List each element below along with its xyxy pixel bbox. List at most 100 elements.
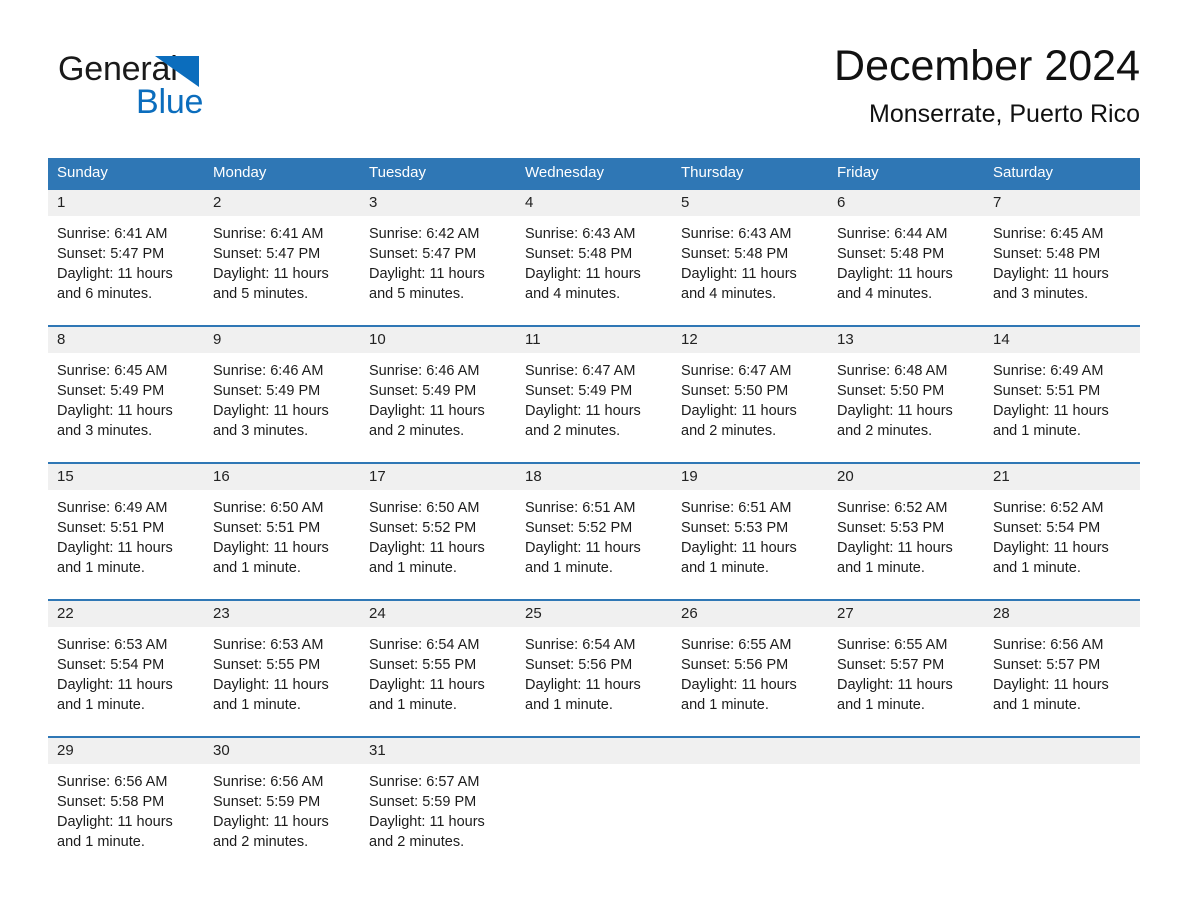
day-cell[interactable]: Sunrise: 6:54 AM Sunset: 5:56 PM Dayligh…: [516, 627, 672, 736]
day-cell[interactable]: Sunrise: 6:45 AM Sunset: 5:49 PM Dayligh…: [48, 353, 204, 462]
sunrise-text: Sunrise: 6:53 AM: [57, 637, 168, 653]
calendar-week-row: 29 30 31 Sunrise: 6:56 AM Sunset: 5:58 P…: [48, 736, 1140, 873]
week-detail-band: Sunrise: 6:41 AM Sunset: 5:47 PM Dayligh…: [48, 216, 1140, 325]
day-number[interactable]: 18: [516, 464, 672, 490]
day-number[interactable]: 26: [672, 601, 828, 627]
day-number[interactable]: 17: [360, 464, 516, 490]
generalblue-logo[interactable]: General Blue: [58, 50, 298, 130]
sunset-text: Sunset: 5:48 PM: [837, 246, 945, 262]
dow-header-friday: Friday: [837, 164, 879, 181]
day-number[interactable]: 27: [828, 601, 984, 627]
day-number[interactable]: 6: [828, 190, 984, 216]
daylight-text: Daylight: 11 hours and 5 minutes.: [213, 266, 329, 302]
day-number[interactable]: 5: [672, 190, 828, 216]
daylight-text: Daylight: 11 hours and 6 minutes.: [57, 266, 173, 302]
day-number[interactable]: 13: [828, 327, 984, 353]
day-number[interactable]: 29: [48, 738, 204, 764]
day-cell[interactable]: Sunrise: 6:53 AM Sunset: 5:55 PM Dayligh…: [204, 627, 360, 736]
day-number[interactable]: 2: [204, 190, 360, 216]
sunset-text: Sunset: 5:47 PM: [369, 246, 477, 262]
day-cell[interactable]: Sunrise: 6:56 AM Sunset: 5:59 PM Dayligh…: [204, 764, 360, 873]
day-cell[interactable]: Sunrise: 6:47 AM Sunset: 5:49 PM Dayligh…: [516, 353, 672, 462]
day-number[interactable]: 16: [204, 464, 360, 490]
day-number[interactable]: 4: [516, 190, 672, 216]
day-cell[interactable]: Sunrise: 6:41 AM Sunset: 5:47 PM Dayligh…: [48, 216, 204, 325]
week-detail-band: Sunrise: 6:49 AM Sunset: 5:51 PM Dayligh…: [48, 490, 1140, 599]
sunset-text: Sunset: 5:57 PM: [993, 657, 1101, 673]
sunset-text: Sunset: 5:55 PM: [369, 657, 477, 673]
day-cell[interactable]: Sunrise: 6:56 AM Sunset: 5:58 PM Dayligh…: [48, 764, 204, 873]
day-number[interactable]: 7: [984, 190, 1140, 216]
day-number[interactable]: 10: [360, 327, 516, 353]
day-number[interactable]: 25: [516, 601, 672, 627]
calendar-week-row: 8 9 10 11 12 13 14 Sunrise: 6:45 AM Suns…: [48, 325, 1140, 462]
sunset-text: Sunset: 5:53 PM: [837, 520, 945, 536]
sunrise-text: Sunrise: 6:54 AM: [525, 637, 636, 653]
day-number[interactable]: 3: [360, 190, 516, 216]
day-cell[interactable]: Sunrise: 6:48 AM Sunset: 5:50 PM Dayligh…: [828, 353, 984, 462]
day-cell[interactable]: Sunrise: 6:55 AM Sunset: 5:56 PM Dayligh…: [672, 627, 828, 736]
day-number[interactable]: 12: [672, 327, 828, 353]
daylight-text: Daylight: 11 hours and 2 minutes.: [369, 814, 485, 850]
page-subtitle: Monserrate, Puerto Rico: [869, 100, 1140, 128]
day-cell[interactable]: Sunrise: 6:50 AM Sunset: 5:52 PM Dayligh…: [360, 490, 516, 599]
day-cell[interactable]: Sunrise: 6:42 AM Sunset: 5:47 PM Dayligh…: [360, 216, 516, 325]
day-number[interactable]: 15: [48, 464, 204, 490]
day-cell[interactable]: Sunrise: 6:51 AM Sunset: 5:52 PM Dayligh…: [516, 490, 672, 599]
day-number[interactable]: 21: [984, 464, 1140, 490]
day-cell[interactable]: Sunrise: 6:46 AM Sunset: 5:49 PM Dayligh…: [204, 353, 360, 462]
empty-day-cell: [984, 764, 1140, 873]
sunset-text: Sunset: 5:51 PM: [57, 520, 165, 536]
sunset-text: Sunset: 5:50 PM: [681, 383, 789, 399]
day-number[interactable]: 28: [984, 601, 1140, 627]
dow-header-tuesday: Tuesday: [369, 164, 426, 181]
day-cell[interactable]: Sunrise: 6:53 AM Sunset: 5:54 PM Dayligh…: [48, 627, 204, 736]
day-number[interactable]: 9: [204, 327, 360, 353]
daylight-text: Daylight: 11 hours and 2 minutes.: [213, 814, 329, 850]
day-cell[interactable]: Sunrise: 6:55 AM Sunset: 5:57 PM Dayligh…: [828, 627, 984, 736]
day-cell[interactable]: Sunrise: 6:54 AM Sunset: 5:55 PM Dayligh…: [360, 627, 516, 736]
day-cell[interactable]: Sunrise: 6:45 AM Sunset: 5:48 PM Dayligh…: [984, 216, 1140, 325]
day-number[interactable]: 24: [360, 601, 516, 627]
day-number[interactable]: 30: [204, 738, 360, 764]
sunset-text: Sunset: 5:52 PM: [369, 520, 477, 536]
day-cell[interactable]: Sunrise: 6:41 AM Sunset: 5:47 PM Dayligh…: [204, 216, 360, 325]
week-date-band: 22 23 24 25 26 27 28: [48, 601, 1140, 627]
day-number[interactable]: 8: [48, 327, 204, 353]
day-number[interactable]: 31: [360, 738, 516, 764]
day-number[interactable]: 11: [516, 327, 672, 353]
calendar-week-row: 22 23 24 25 26 27 28 Sunrise: 6:53 AM Su…: [48, 599, 1140, 736]
sunrise-text: Sunrise: 6:51 AM: [681, 500, 792, 516]
sunset-text: Sunset: 5:54 PM: [57, 657, 165, 673]
week-date-band: 8 9 10 11 12 13 14: [48, 327, 1140, 353]
day-cell[interactable]: Sunrise: 6:50 AM Sunset: 5:51 PM Dayligh…: [204, 490, 360, 599]
daylight-text: Daylight: 11 hours and 1 minute.: [993, 403, 1109, 439]
sunrise-text: Sunrise: 6:50 AM: [369, 500, 480, 516]
day-number[interactable]: 22: [48, 601, 204, 627]
daylight-text: Daylight: 11 hours and 3 minutes.: [213, 403, 329, 439]
day-cell[interactable]: Sunrise: 6:52 AM Sunset: 5:53 PM Dayligh…: [828, 490, 984, 599]
day-cell[interactable]: Sunrise: 6:44 AM Sunset: 5:48 PM Dayligh…: [828, 216, 984, 325]
day-number[interactable]: 14: [984, 327, 1140, 353]
day-cell[interactable]: Sunrise: 6:47 AM Sunset: 5:50 PM Dayligh…: [672, 353, 828, 462]
sunrise-text: Sunrise: 6:49 AM: [993, 363, 1104, 379]
day-number[interactable]: 19: [672, 464, 828, 490]
day-cell[interactable]: Sunrise: 6:49 AM Sunset: 5:51 PM Dayligh…: [48, 490, 204, 599]
day-cell[interactable]: Sunrise: 6:51 AM Sunset: 5:53 PM Dayligh…: [672, 490, 828, 599]
day-number[interactable]: 1: [48, 190, 204, 216]
sunset-text: Sunset: 5:59 PM: [213, 794, 321, 810]
day-cell[interactable]: Sunrise: 6:43 AM Sunset: 5:48 PM Dayligh…: [516, 216, 672, 325]
day-cell[interactable]: Sunrise: 6:56 AM Sunset: 5:57 PM Dayligh…: [984, 627, 1140, 736]
day-number[interactable]: 20: [828, 464, 984, 490]
day-cell[interactable]: Sunrise: 6:49 AM Sunset: 5:51 PM Dayligh…: [984, 353, 1140, 462]
sunset-text: Sunset: 5:48 PM: [993, 246, 1101, 262]
dow-header-sunday: Sunday: [57, 164, 108, 181]
day-cell[interactable]: Sunrise: 6:57 AM Sunset: 5:59 PM Dayligh…: [360, 764, 516, 873]
day-cell[interactable]: Sunrise: 6:43 AM Sunset: 5:48 PM Dayligh…: [672, 216, 828, 325]
day-cell[interactable]: Sunrise: 6:46 AM Sunset: 5:49 PM Dayligh…: [360, 353, 516, 462]
day-cell[interactable]: Sunrise: 6:52 AM Sunset: 5:54 PM Dayligh…: [984, 490, 1140, 599]
sunrise-text: Sunrise: 6:53 AM: [213, 637, 324, 653]
empty-day-number: [828, 738, 984, 764]
sunrise-text: Sunrise: 6:52 AM: [837, 500, 948, 516]
day-number[interactable]: 23: [204, 601, 360, 627]
